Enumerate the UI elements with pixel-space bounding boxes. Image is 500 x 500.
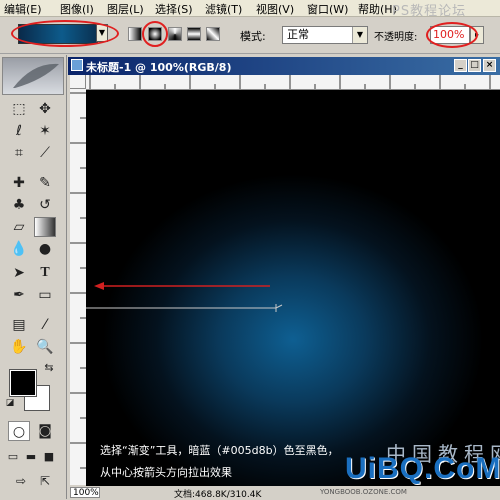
feather-icon: [13, 63, 59, 88]
menu-edit[interactable]: 编辑(E): [4, 1, 42, 17]
notes-icon[interactable]: ▤: [8, 315, 30, 335]
menu-image[interactable]: 图像(I): [60, 1, 94, 17]
healing-icon[interactable]: ✚: [8, 173, 30, 193]
menu-view[interactable]: 视图(V): [256, 1, 294, 17]
screen-mode-menubar-icon[interactable]: ▬: [22, 447, 40, 467]
blur-icon[interactable]: 💧: [8, 239, 30, 259]
gradient-dropdown-button[interactable]: ▼: [96, 24, 108, 42]
annotation-overlay: [86, 282, 283, 312]
swap-colors-icon[interactable]: ⇆: [42, 361, 56, 375]
menu-bar: 编辑(E) 图像(I) 图层(L) 选择(S) 滤镜(T) 视图(V) 窗口(W…: [0, 0, 500, 19]
radial-gradient-button[interactable]: [148, 27, 162, 41]
opacity-label: 不透明度:: [374, 32, 418, 43]
quickmask-mode-icon[interactable]: ◙: [34, 421, 56, 441]
minimize-button[interactable]: _: [454, 59, 467, 72]
diamond-gradient-button[interactable]: [206, 27, 220, 41]
angle-gradient-button[interactable]: [168, 27, 182, 41]
move-icon[interactable]: ✥: [34, 99, 56, 119]
status-bar: 100% 文档:468.8K/310.4K YONGBOOB.OZONE.COM: [68, 487, 500, 500]
foreground-color-swatch[interactable]: [9, 369, 37, 397]
ruler-horizontal-ticks: [89, 75, 491, 89]
menu-select[interactable]: 选择(S): [155, 1, 193, 17]
hand-icon[interactable]: ✋: [8, 337, 30, 357]
gradient-icon[interactable]: [34, 217, 56, 237]
ruler-horizontal: [86, 75, 500, 90]
document-icon: [71, 59, 83, 71]
history-brush-icon[interactable]: ↺: [34, 195, 56, 215]
canvas[interactable]: 选择“渐变”工具，暗蓝（#005d8b）色至黑色， 从中心按箭头方向拉出效果 中…: [86, 90, 500, 486]
lasso-icon[interactable]: ℓ: [8, 121, 30, 141]
linear-gradient-button[interactable]: [128, 27, 142, 41]
doc-info: 文档:468.8K/310.4K: [174, 490, 262, 500]
red-arrow-head-icon: [94, 282, 104, 290]
menu-layer[interactable]: 图层(L): [107, 1, 144, 17]
marquee-icon[interactable]: ⬚: [8, 99, 30, 119]
menu-filter[interactable]: 滤镜(T): [205, 1, 242, 17]
menu-window[interactable]: 窗口(W): [307, 1, 348, 17]
close-button[interactable]: ×: [483, 59, 496, 72]
slice-icon[interactable]: ⟋: [34, 143, 56, 163]
document-window: 未标题-1 @ 100%(RGB/8) _ □ × 选择“渐变”工具，暗蓝（#0…: [68, 57, 500, 500]
mode-value: 正常: [287, 28, 309, 41]
stamp-icon[interactable]: ♣: [8, 195, 30, 215]
ruler-vertical-ticks: [70, 92, 86, 469]
caption-line-2: 从中心按箭头方向拉出效果: [100, 466, 232, 479]
screen-mode-full-icon[interactable]: ■: [40, 447, 58, 467]
options-bar: ▼ 模式: 正常 ▼ 不透明度: 100% ▸: [0, 17, 500, 54]
maximize-button[interactable]: □: [468, 59, 481, 72]
type-icon[interactable]: T: [34, 263, 56, 283]
watermark-brand: UiBQ.CoM: [345, 452, 500, 485]
chevron-right-icon: ▸: [471, 27, 483, 43]
toolbox-header-feather: [2, 57, 64, 95]
toolbox: ⬚ ✥ ℓ ✶ ⌗ ⟋ ✚ ✎ ♣ ↺ ▱ 💧 ● ➤ T ✒ ▭ ▤ ⁄ ✋ …: [0, 55, 67, 499]
opacity-arrow-button[interactable]: ▸: [470, 26, 484, 44]
default-colors-icon[interactable]: ◪: [4, 397, 16, 409]
ruler-corner: [70, 75, 86, 89]
pen-icon[interactable]: ✒: [8, 285, 30, 305]
standard-mode-icon[interactable]: ○: [8, 421, 30, 441]
eyedropper-icon[interactable]: ⁄: [34, 315, 56, 335]
brush-icon[interactable]: ✎: [34, 173, 56, 193]
magic-wand-icon[interactable]: ✶: [34, 121, 56, 141]
ruler-vertical: [70, 89, 87, 485]
document-titlebar[interactable]: 未标题-1 @ 100%(RGB/8) _ □ ×: [68, 57, 500, 75]
caption-line-1: 选择“渐变”工具，暗蓝（#005d8b）色至黑色，: [100, 444, 339, 457]
zoom-field[interactable]: 100%: [70, 487, 100, 498]
dodge-icon[interactable]: ●: [34, 239, 56, 259]
jump-icon[interactable]: ⇱: [34, 471, 56, 491]
gradient-picker[interactable]: [18, 24, 98, 44]
screen-mode-standard-icon[interactable]: ▭: [4, 447, 22, 467]
chevron-down-icon: ▼: [352, 27, 367, 43]
mode-select[interactable]: 正常 ▼: [282, 26, 368, 44]
watermark-small: YONGBOOB.OZONE.COM: [320, 488, 407, 496]
zoom-icon[interactable]: 🔍: [34, 337, 56, 357]
opacity-field[interactable]: 100%: [430, 26, 470, 44]
reflected-gradient-button[interactable]: [187, 27, 201, 41]
crop-icon[interactable]: ⌗: [8, 143, 30, 163]
gradient-drag-tick-icon: [275, 304, 283, 309]
shape-icon[interactable]: ▭: [34, 285, 56, 305]
path-select-icon[interactable]: ➤: [8, 263, 30, 283]
eraser-icon[interactable]: ▱: [8, 217, 30, 237]
jump-to-imageready-icon[interactable]: ⇨: [10, 471, 32, 491]
mode-label: 模式:: [240, 30, 266, 43]
document-title: 未标题-1 @ 100%(RGB/8): [86, 61, 232, 74]
opacity-value: 100%: [433, 28, 465, 41]
